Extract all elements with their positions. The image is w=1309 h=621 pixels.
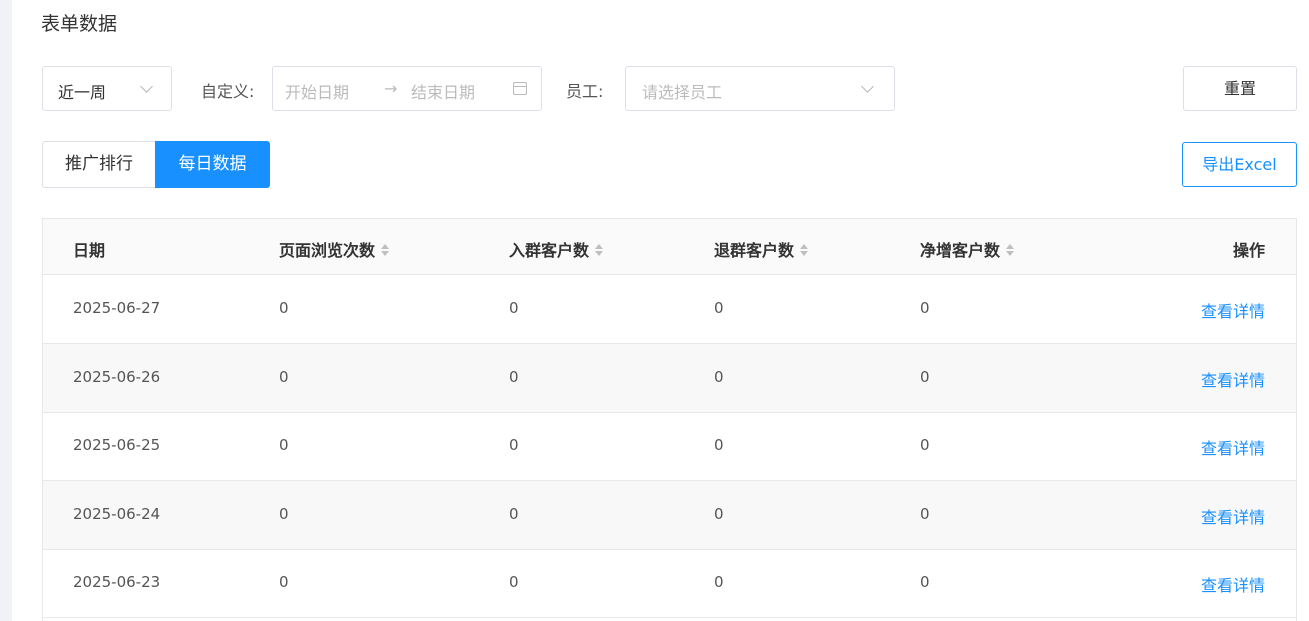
employee-select[interactable]: 请选择员工 <box>625 66 895 111</box>
sort-icon[interactable] <box>381 243 390 257</box>
cell-left: 0 <box>714 505 724 523</box>
custom-date-label: 自定义: <box>201 82 255 101</box>
sort-icon[interactable] <box>1006 243 1015 257</box>
period-select-value: 近一周 <box>58 83 107 102</box>
tab-daily-data[interactable]: 每日数据 <box>155 141 270 188</box>
view-details-link[interactable]: 查看详情 <box>1201 298 1265 322</box>
column-header-net[interactable]: 净增客户数 <box>920 237 1015 261</box>
calendar-icon <box>513 82 527 95</box>
cell-net: 0 <box>920 436 930 454</box>
cell-views: 0 <box>279 505 289 523</box>
view-details-link[interactable]: 查看详情 <box>1201 367 1265 391</box>
column-header-left-label: 退群客户数 <box>714 241 795 260</box>
cell-joined: 0 <box>509 299 519 317</box>
cell-joined: 0 <box>509 436 519 454</box>
table-row: 2025-06-23 0 0 0 0 查看详情 <box>43 549 1296 618</box>
column-header-joined[interactable]: 入群客户数 <box>509 237 604 261</box>
cell-left: 0 <box>714 436 724 454</box>
table-row: 2025-06-25 0 0 0 0 查看详情 <box>43 412 1296 481</box>
cell-net: 0 <box>920 505 930 523</box>
column-header-action: 操作 <box>1232 241 1265 260</box>
view-details-link[interactable]: 查看详情 <box>1201 435 1265 459</box>
cell-views: 0 <box>279 299 289 317</box>
cell-date: 2025-06-27 <box>73 299 161 317</box>
view-details-link[interactable]: 查看详情 <box>1201 572 1265 596</box>
range-arrow-icon: → <box>384 79 398 98</box>
cell-date: 2025-06-23 <box>73 573 161 591</box>
cell-date: 2025-06-25 <box>73 436 161 454</box>
table-row: 2025-06-24 0 0 0 0 查看详情 <box>43 481 1296 550</box>
cell-net: 0 <box>920 368 930 386</box>
table-row: 2025-06-27 0 0 0 0 查看详情 <box>43 275 1296 344</box>
column-header-views[interactable]: 页面浏览次数 <box>279 237 390 261</box>
cell-views: 0 <box>279 436 289 454</box>
export-excel-button[interactable]: 导出Excel <box>1182 142 1297 187</box>
date-range-picker[interactable]: 开始日期 → 结束日期 <box>272 66 542 111</box>
cell-views: 0 <box>279 368 289 386</box>
cell-date: 2025-06-24 <box>73 505 161 523</box>
reset-button[interactable]: 重置 <box>1183 66 1297 111</box>
period-select[interactable]: 近一周 <box>42 66 172 111</box>
sort-icon[interactable] <box>800 243 809 257</box>
cell-joined: 0 <box>509 573 519 591</box>
cell-left: 0 <box>714 573 724 591</box>
employee-select-placeholder: 请选择员工 <box>642 83 723 102</box>
column-header-joined-label: 入群客户数 <box>509 241 590 260</box>
start-date-input[interactable]: 开始日期 <box>285 79 349 103</box>
cell-views: 0 <box>279 573 289 591</box>
sort-icon[interactable] <box>595 243 604 257</box>
cell-date: 2025-06-26 <box>73 368 161 386</box>
chevron-down-icon <box>861 80 874 93</box>
column-header-views-label: 页面浏览次数 <box>279 241 376 260</box>
view-details-link[interactable]: 查看详情 <box>1201 504 1265 528</box>
cell-net: 0 <box>920 573 930 591</box>
cell-left: 0 <box>714 368 724 386</box>
column-header-left[interactable]: 退群客户数 <box>714 237 809 261</box>
column-header-date: 日期 <box>73 241 106 260</box>
end-date-input[interactable]: 结束日期 <box>411 79 475 103</box>
employee-label: 员工: <box>566 82 604 101</box>
tab-promotion-ranking[interactable]: 推广排行 <box>42 141 156 188</box>
cell-joined: 0 <box>509 505 519 523</box>
chevron-down-icon <box>140 80 153 93</box>
daily-data-table: 日期 页面浏览次数 入群客户数 退群客户数 净增客户数 操作 2025-06-2… <box>42 218 1297 621</box>
table-header: 日期 页面浏览次数 入群客户数 退群客户数 净增客户数 操作 <box>43 219 1296 275</box>
column-header-net-label: 净增客户数 <box>920 241 1001 260</box>
cell-net: 0 <box>920 299 930 317</box>
page-title: 表单数据 <box>41 13 118 35</box>
table-row: 2025-06-26 0 0 0 0 查看详情 <box>43 344 1296 413</box>
cell-left: 0 <box>714 299 724 317</box>
cell-joined: 0 <box>509 368 519 386</box>
